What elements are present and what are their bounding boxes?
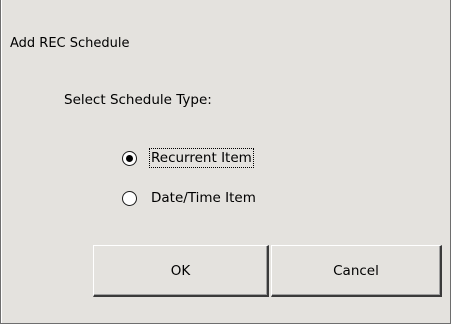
schedule-type-prompt: Select Schedule Type: [64,92,212,108]
radio-button-selected[interactable] [122,150,137,166]
recurrent-item-label[interactable]: Recurrent Item [149,148,254,168]
dialog-title: Add REC Schedule [10,36,130,51]
date-time-item-option[interactable]: Date/Time Item [122,187,257,209]
radio-selected-dot [126,154,133,162]
ok-button[interactable]: OK [93,245,269,297]
cancel-button[interactable]: Cancel [271,245,442,297]
recurrent-item-option[interactable]: Recurrent Item [122,147,254,169]
date-time-item-label[interactable]: Date/Time Item [150,189,257,207]
add-rec-schedule-dialog: Add REC Schedule Select Schedule Type: R… [0,0,451,324]
radio-button-unselected[interactable] [122,190,137,206]
